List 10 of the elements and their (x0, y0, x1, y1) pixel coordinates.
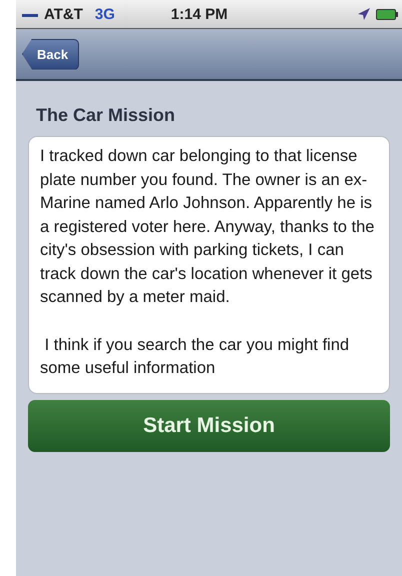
carrier-name: AT&T (44, 6, 83, 22)
message-paragraph: I think if you search the car you might find some useful information (40, 334, 350, 379)
start-mission-button[interactable]: Start Mission (28, 400, 390, 452)
location-arrow-icon (358, 8, 370, 20)
network-type: 3G (94, 6, 115, 22)
battery-icon (376, 8, 398, 20)
mission-title: The Car Mission (36, 105, 176, 126)
message-paragraph: I tracked down car belonging to that license plate number you found. The owner is an ex-Marine named Arlo Johnson. Apparently he is a registered voter here. Anyway, thanks to the city's obsession with parking tickets, I can track down the car's location whenever it gets scanned by a meter maid. (40, 146, 376, 308)
back-button[interactable]: Back (22, 38, 80, 70)
status-time: 1:14 PM (170, 6, 229, 22)
